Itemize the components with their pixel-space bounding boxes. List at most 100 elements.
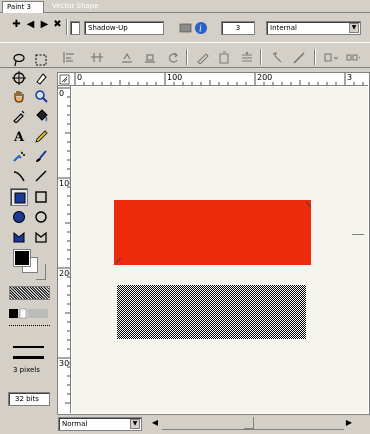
align-left-icon[interactable] bbox=[62, 51, 76, 64]
curve-icon bbox=[13, 171, 25, 182]
eraser-tool[interactable] bbox=[32, 69, 50, 87]
undo-brush-icon[interactable] bbox=[270, 51, 284, 64]
lasso-tool[interactable] bbox=[10, 51, 28, 69]
filled-rectangle-tool[interactable] bbox=[10, 188, 28, 206]
pencil-tool[interactable] bbox=[32, 127, 50, 145]
blend-mode-value: Normal bbox=[62, 420, 88, 428]
vertical-scrollbar[interactable] bbox=[352, 87, 368, 413]
spray-tool[interactable] bbox=[10, 147, 28, 165]
ruler-h-label: 3 bbox=[347, 73, 353, 82]
separator bbox=[260, 49, 262, 65]
canvas-toolbar bbox=[0, 42, 370, 68]
ruler-h-label: 200 bbox=[257, 73, 273, 82]
blend-mode-select[interactable]: Normal ▼ bbox=[58, 417, 142, 431]
eyedropper-tool[interactable] bbox=[10, 107, 28, 125]
stack-icon[interactable] bbox=[240, 51, 254, 64]
vertical-ruler: 0 100 200 300 bbox=[58, 86, 71, 413]
arrange-menu-icon[interactable] bbox=[324, 51, 338, 64]
move-tool[interactable] bbox=[10, 69, 28, 87]
rectangle-outline-icon bbox=[35, 191, 47, 203]
color-depth-field[interactable]: 32 bits bbox=[8, 392, 50, 406]
layer-toggle[interactable] bbox=[70, 21, 80, 35]
effect-value-field[interactable]: 3 bbox=[221, 21, 255, 35]
swap-colors-corner[interactable] bbox=[36, 264, 46, 280]
scroll-right-arrow[interactable]: ▶ bbox=[344, 417, 354, 429]
tab-vector-shape[interactable]: Vector Shape bbox=[48, 1, 108, 13]
zoom-tool[interactable] bbox=[32, 87, 50, 105]
separator bbox=[314, 49, 316, 65]
brush-icon[interactable] bbox=[292, 51, 306, 64]
toolbox: A 3 pixels 32 bits bbox=[0, 53, 56, 434]
blend-select[interactable]: Internal ▼ bbox=[266, 21, 361, 35]
rectangle-tool[interactable] bbox=[32, 188, 50, 206]
paintbrush-icon bbox=[36, 150, 47, 162]
group-menu-icon[interactable] bbox=[346, 51, 360, 64]
blend-select-value: Internal bbox=[270, 24, 297, 32]
horizontal-scrollbar-track[interactable] bbox=[162, 429, 344, 430]
ruler-h-label: 0 bbox=[77, 73, 83, 82]
close-icon[interactable]: ✖ bbox=[53, 19, 62, 31]
horizontal-ruler: 0 100 200 3 bbox=[58, 73, 368, 86]
chevron-down-icon[interactable]: ▼ bbox=[130, 419, 140, 429]
document-tabs: Paint 3 Vector Shape bbox=[0, 0, 370, 13]
crosshair-icon bbox=[12, 71, 26, 85]
bring-front-icon[interactable] bbox=[143, 51, 157, 64]
pen-width-line-2[interactable] bbox=[13, 356, 44, 359]
separator bbox=[186, 49, 188, 65]
send-back-icon[interactable] bbox=[120, 51, 134, 64]
line-icon bbox=[35, 170, 47, 182]
polygon-tool[interactable] bbox=[32, 228, 50, 246]
horizontal-scroll-thumb[interactable] bbox=[244, 417, 254, 429]
paint-bucket-icon bbox=[36, 109, 48, 122]
scroll-left-arrow[interactable]: ◀ bbox=[150, 417, 160, 429]
tab-paint-3[interactable]: Paint 3 bbox=[2, 1, 44, 13]
distribute-icon[interactable] bbox=[90, 51, 104, 64]
bucket-tool[interactable] bbox=[32, 107, 50, 125]
ruler-v-label: 300 bbox=[59, 359, 70, 368]
effect-name-field[interactable]: Shadow-Up bbox=[84, 21, 164, 35]
fill-pattern-swatch[interactable] bbox=[9, 286, 50, 300]
chevron-down-icon[interactable]: ▼ bbox=[349, 23, 359, 33]
hand-tool[interactable] bbox=[10, 87, 28, 105]
brush-tool[interactable] bbox=[32, 147, 50, 165]
plus-icon[interactable]: ✚ bbox=[12, 19, 21, 31]
pencil-icon bbox=[35, 130, 48, 143]
marquee-icon bbox=[35, 54, 47, 66]
eraser-icon bbox=[36, 73, 47, 85]
fill-mode-selector[interactable] bbox=[9, 308, 50, 321]
fill-mode-icon bbox=[9, 308, 48, 319]
canvas-drawing bbox=[114, 200, 312, 339]
filled-ellipse-icon bbox=[13, 211, 25, 223]
ruler-ticks bbox=[58, 73, 364, 85]
ellipse-tool[interactable] bbox=[32, 208, 50, 226]
ruler-v-label: 0 bbox=[59, 89, 65, 98]
dithered-rectangle[interactable] bbox=[117, 285, 306, 339]
status-bar: Normal ▼ ◀ ▶ bbox=[58, 415, 370, 434]
text-tool[interactable]: A bbox=[10, 127, 28, 145]
airbrush-icon bbox=[13, 150, 25, 162]
effect-toolbar: ✚ ◀ ▶ ✖ Shadow-Up i 3 Internal ▼ bbox=[0, 14, 370, 38]
line-tool[interactable] bbox=[32, 167, 50, 185]
left-arrow-icon[interactable]: ◀ bbox=[26, 19, 35, 31]
marquee-tool[interactable] bbox=[32, 51, 50, 69]
line-style-preview[interactable] bbox=[9, 325, 50, 326]
ellipse-outline-icon bbox=[35, 211, 47, 223]
pen-width-label: 3 pixels bbox=[13, 366, 40, 374]
filled-ellipse-tool[interactable] bbox=[10, 208, 28, 226]
curve-tool[interactable] bbox=[10, 167, 28, 185]
rotate-icon[interactable] bbox=[166, 51, 180, 64]
paste-icon[interactable] bbox=[218, 51, 232, 64]
scroll-marker bbox=[352, 234, 364, 236]
canvas-stage[interactable] bbox=[72, 87, 366, 413]
foreground-color-swatch[interactable] bbox=[13, 249, 31, 267]
pen-width-line-1[interactable] bbox=[13, 346, 44, 348]
filled-polygon-tool[interactable] bbox=[10, 228, 28, 246]
ruler-h-label: 100 bbox=[167, 73, 183, 82]
pen-edit-icon[interactable] bbox=[196, 51, 210, 64]
filled-rectangle-icon bbox=[14, 192, 26, 204]
right-arrow-icon[interactable]: ▶ bbox=[40, 19, 49, 31]
red-rectangle[interactable] bbox=[114, 200, 311, 265]
ruler-v-label: 200 bbox=[59, 269, 70, 278]
svg-text:i: i bbox=[199, 25, 202, 35]
book-icon[interactable]: i bbox=[178, 21, 210, 35]
